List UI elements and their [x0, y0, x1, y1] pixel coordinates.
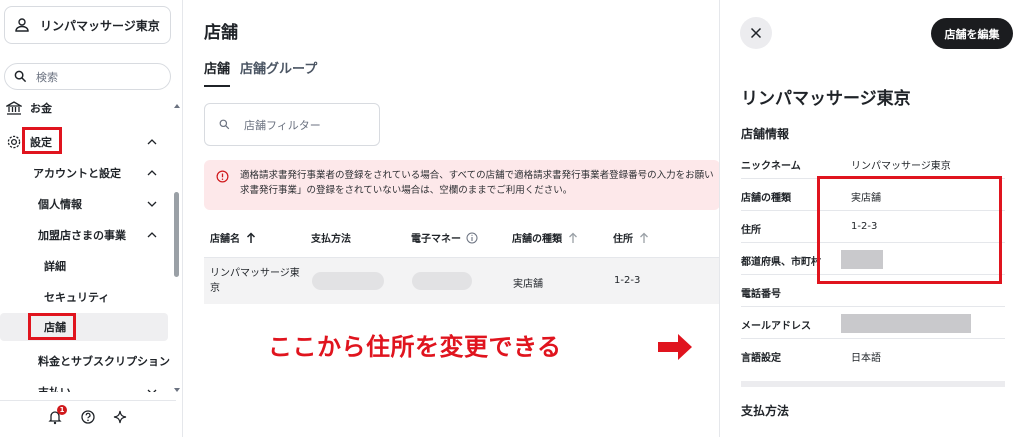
- close-button[interactable]: [740, 17, 772, 49]
- cell-store-type: 実店舗: [513, 279, 543, 290]
- sparkle-icon[interactable]: [112, 409, 128, 425]
- table-header: 店舗名 支払方法 電子マネー 店舗の種類 住所: [204, 222, 720, 258]
- close-icon: [750, 27, 762, 39]
- chevron-down-icon: [147, 201, 157, 207]
- payment-method-placeholder: [312, 272, 384, 290]
- sidebar-item-payments[interactable]: 支払い: [0, 380, 172, 392]
- alert-text-line1: 適格請求書発行事業者の登録をされている場合、すべての店舗で適格請求書発行事業者登…: [240, 170, 714, 181]
- store-detail-panel: 店舗を編集 リンパマッサージ東京 店舗情報 ニックネーム リンパマッサージ東京 …: [719, 0, 1024, 437]
- arrow-up-icon: [569, 232, 577, 243]
- main-content: 店舗 店舗 店舗グループ 店舗フィルター 適格請求書発行事業者の登録をされている…: [184, 0, 720, 437]
- alert-text-line2: 求書発行事業」の登録をされていない場合は、空欄のままでご利用ください。: [240, 185, 573, 196]
- account-switcher[interactable]: リンパマッサージ東京: [4, 6, 171, 44]
- info-row-nickname: ニックネーム リンパマッサージ東京: [741, 147, 1005, 179]
- column-header-store-type[interactable]: 店舗の種類: [512, 230, 579, 245]
- column-header-address[interactable]: 住所: [613, 230, 650, 245]
- search-icon: [14, 70, 27, 83]
- sidebar-item-merchant-business[interactable]: 加盟店さまの事業: [0, 223, 172, 247]
- edit-store-button[interactable]: 店舗を編集: [931, 18, 1013, 49]
- highlight-box-settings: [22, 127, 62, 154]
- tab-store-groups[interactable]: 店舗グループ: [240, 58, 317, 87]
- e-money-placeholder: [412, 272, 472, 290]
- arrow-up-icon: [246, 231, 256, 243]
- scroll-up-arrow[interactable]: [174, 104, 180, 108]
- chevron-up-icon: [147, 170, 157, 176]
- table-row[interactable]: リンパマッサージ東 京 実店舗 1-2-3: [204, 258, 720, 304]
- sidebar-item-details[interactable]: 詳細: [0, 254, 172, 278]
- search-placeholder: 検索: [36, 70, 58, 84]
- store-name-heading: リンパマッサージ東京: [741, 89, 911, 109]
- sidebar-item-label: 支払い: [38, 384, 71, 392]
- tab-bar: 店舗 店舗グループ: [204, 58, 317, 87]
- sidebar-item-stores[interactable]: 店舗: [0, 315, 172, 339]
- scroll-down-arrow[interactable]: [174, 388, 180, 392]
- chevron-up-icon: [147, 139, 157, 145]
- column-header-e-money[interactable]: 電子マネー: [411, 230, 478, 245]
- invoice-alert-banner: 適格請求書発行事業者の登録をされている場合、すべての店舗で適格請求書発行事業者登…: [204, 160, 720, 210]
- arrow-up-icon: [640, 232, 648, 243]
- sidebar-item-account-settings[interactable]: アカウントと設定: [0, 161, 172, 185]
- section-title-payment-methods: 支払方法: [741, 404, 790, 418]
- page-title: 店舗: [204, 23, 238, 43]
- sidebar-item-label: アカウントと設定: [33, 167, 121, 180]
- search-icon: [219, 119, 230, 130]
- annotation-caption: ここから住所を変更できる: [268, 333, 562, 361]
- sidebar-footer: [0, 400, 176, 437]
- info-icon[interactable]: [466, 232, 478, 244]
- arrow-right-icon: [658, 334, 692, 360]
- sidebar: リンパマッサージ東京 検索 お金 設定 アカウントと設定 個人情報 加盟店さまの…: [0, 0, 183, 437]
- section-divider: [741, 381, 1005, 387]
- tab-stores[interactable]: 店舗: [204, 58, 231, 87]
- filter-placeholder: 店舗フィルター: [244, 118, 321, 132]
- info-row-language: 言語設定 日本語: [741, 353, 881, 364]
- search-input[interactable]: 検索: [4, 63, 171, 90]
- sidebar-item-label: お金: [30, 102, 52, 115]
- cell-address: 1-2-3: [614, 275, 641, 286]
- sidebar-item-money[interactable]: お金: [0, 96, 172, 120]
- cell-store-name: リンパマッサージ東 京: [210, 268, 300, 294]
- sidebar-item-security[interactable]: セキュリティ: [0, 285, 172, 309]
- sidebar-item-label: 個人情報: [38, 198, 82, 211]
- alert-circle-icon: [216, 170, 229, 183]
- account-name: リンパマッサージ東京: [40, 18, 160, 33]
- sidebar-item-label: セキュリティ: [44, 291, 110, 304]
- column-header-payment-method[interactable]: 支払方法: [311, 230, 351, 245]
- sidebar-item-label: 加盟店さまの事業: [38, 229, 126, 242]
- chevron-up-icon: [147, 232, 157, 238]
- chevron-down-icon: [147, 389, 157, 392]
- help-icon[interactable]: [80, 409, 96, 425]
- column-header-store-name[interactable]: 店舗名: [210, 230, 257, 245]
- gear-icon: [7, 135, 21, 149]
- sidebar-item-label: 詳細: [44, 260, 66, 273]
- store-filter-input[interactable]: 店舗フィルター: [204, 103, 380, 146]
- bank-icon: [6, 101, 22, 115]
- user-icon: [15, 18, 29, 32]
- sidebar-item-pricing-subscription[interactable]: 料金とサブスクリプション: [0, 349, 172, 373]
- highlight-box-store-details: [817, 176, 1002, 284]
- section-title-store-info: 店舗情報: [741, 127, 790, 141]
- notification-badge: 1: [57, 405, 67, 415]
- redacted-value: [841, 314, 971, 333]
- info-row-email: メールアドレス: [741, 307, 1005, 339]
- sidebar-item-personal-info[interactable]: 個人情報: [0, 192, 172, 216]
- highlight-box-stores: [28, 313, 76, 340]
- scrollbar-thumb[interactable]: [174, 192, 179, 277]
- sidebar-item-label: 料金とサブスクリプション: [38, 355, 170, 368]
